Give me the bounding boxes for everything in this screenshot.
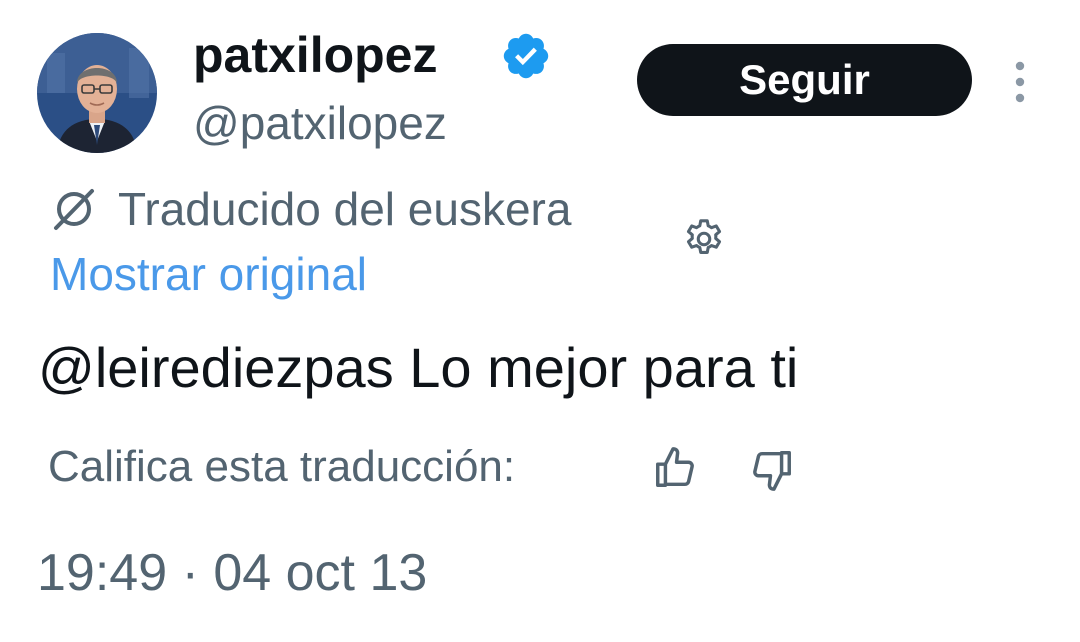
rate-translation-label: Califica esta traducción: [48, 442, 516, 491]
more-vertical-icon[interactable] [1003, 58, 1037, 106]
rate-translation: Califica esta traducción: [48, 435, 515, 499]
thumbs-up-icon[interactable] [652, 445, 698, 491]
tweet-text: @leirediezpas Lo mejor para ti [38, 336, 799, 399]
thumbs-down-icon[interactable] [749, 447, 795, 493]
avatar-photo [37, 33, 157, 153]
translate-icon [54, 189, 94, 230]
verified-badge-icon[interactable] [500, 30, 552, 82]
gear-icon[interactable] [681, 216, 727, 262]
show-original-link[interactable]: Mostrar original [50, 245, 367, 303]
tweet-timestamp[interactable]: 19:49 · 04 oct 13 [37, 540, 427, 606]
translation-notice: Traducido del euskera [48, 178, 571, 240]
translation-notice-text: Traducido del euskera [118, 183, 572, 235]
follow-button[interactable]: Seguir [637, 44, 972, 116]
author-display-name[interactable]: patxilopez [193, 24, 437, 86]
author-handle[interactable]: @patxilopez [193, 94, 447, 152]
avatar[interactable] [37, 33, 157, 153]
